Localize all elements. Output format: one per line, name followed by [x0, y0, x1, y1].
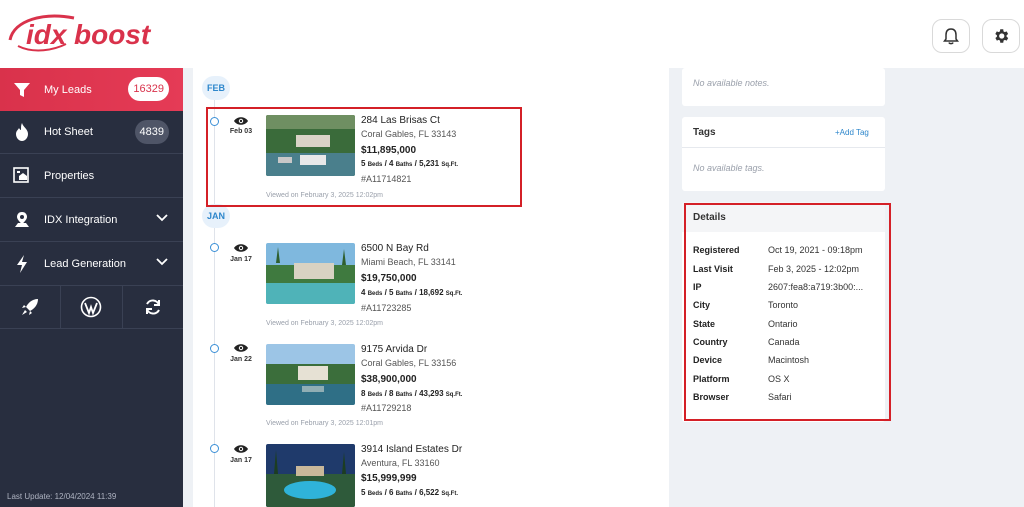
- view-date: Jan 17: [230, 457, 252, 464]
- funnel-icon: [11, 80, 33, 100]
- sidebar: My Leads 16329 Hot Sheet 4839 Properties…: [0, 68, 183, 507]
- sidebar-item-label: Lead Generation: [44, 258, 126, 270]
- property-photo[interactable]: [266, 243, 355, 304]
- idxboost-logo[interactable]: idx boost: [4, 10, 174, 58]
- eye-icon: [234, 244, 248, 252]
- notifications-button[interactable]: [932, 19, 970, 53]
- flame-icon: [11, 122, 33, 142]
- timeline-dot: [210, 344, 219, 353]
- viewed-timestamp: Viewed on February 3, 2025 12:02pm: [266, 320, 384, 327]
- property-mls: #A11729218: [361, 403, 412, 413]
- month-label-jan: JAN: [202, 204, 230, 228]
- sidebar-item-my-leads[interactable]: My Leads 16329: [0, 68, 183, 111]
- wordpress-button[interactable]: [61, 286, 123, 328]
- chevron-down-icon: [156, 257, 168, 269]
- property-mls: #A11723285: [361, 303, 412, 313]
- highlight-box: [684, 203, 891, 421]
- gear-icon: [995, 29, 1009, 43]
- svg-text:boost: boost: [74, 19, 152, 50]
- svg-text:idx: idx: [26, 19, 68, 50]
- property-specs: 4 Beds / 5 Baths / 18,692 Sq.Ft.: [361, 288, 463, 297]
- property-price: $19,750,000: [361, 273, 417, 284]
- property-city: Miami Beach, FL 33141: [361, 257, 456, 267]
- highlight-box: [206, 107, 522, 207]
- tags-empty-text: No available tags.: [693, 163, 765, 173]
- last-update-text: Last Update: 12/04/2024 11:39: [7, 492, 117, 501]
- timeline-dot: [210, 444, 219, 453]
- timeline-dot: [210, 243, 219, 252]
- refresh-icon: [145, 299, 160, 315]
- sidebar-item-idx-integration[interactable]: IDX Integration: [0, 199, 183, 242]
- wordpress-icon: [81, 296, 102, 318]
- sidebar-item-label: Properties: [44, 170, 95, 182]
- property-specs: 8 Beds / 8 Baths / 43,293 Sq.Ft.: [361, 389, 463, 398]
- launch-button[interactable]: [0, 286, 62, 328]
- property-photo[interactable]: [266, 444, 355, 507]
- property-address[interactable]: 3914 Island Estates Dr: [361, 444, 462, 455]
- month-label-feb: FEB: [202, 76, 230, 100]
- property-price: $15,999,999: [361, 473, 417, 484]
- sidebar-item-properties[interactable]: Properties: [0, 155, 183, 198]
- sidebar-item-hot-sheet[interactable]: Hot Sheet 4839: [0, 111, 183, 154]
- lightning-icon: [11, 254, 33, 274]
- property-city: Coral Gables, FL 33156: [361, 358, 457, 368]
- chevron-down-icon: [156, 213, 168, 225]
- rocket-icon: [22, 299, 39, 315]
- settings-button[interactable]: [982, 19, 1020, 53]
- eye-icon: [234, 445, 248, 453]
- property-address[interactable]: 6500 N Bay Rd: [361, 243, 429, 254]
- map-pin-icon: [11, 210, 33, 230]
- viewed-timestamp: Viewed on February 3, 2025 12:01pm: [266, 420, 384, 427]
- hot-sheet-count-badge: 4839: [134, 120, 169, 144]
- property-price: $38,900,000: [361, 374, 417, 385]
- tags-title: Tags: [693, 127, 716, 138]
- view-date: Jan 17: [230, 256, 252, 263]
- add-tag-link[interactable]: +Add Tag: [835, 128, 869, 137]
- sidebar-item-label: Hot Sheet: [44, 126, 93, 138]
- eye-icon: [234, 344, 248, 352]
- top-header: idx boost: [0, 0, 1024, 68]
- card-divider: [682, 147, 885, 148]
- property-address[interactable]: 9175 Arvida Dr: [361, 344, 427, 355]
- property-specs: 5 Beds / 6 Baths / 6,522 Sq.Ft.: [361, 488, 458, 497]
- view-date: Jan 22: [230, 356, 252, 363]
- property-city: Aventura, FL 33160: [361, 458, 440, 468]
- bell-icon: [943, 28, 959, 45]
- properties-icon: [11, 166, 33, 186]
- sidebar-item-label: My Leads: [44, 83, 92, 96]
- leads-count-badge: 16329: [128, 77, 169, 101]
- notes-empty-text: No available notes.: [693, 78, 770, 88]
- sidebar-item-lead-generation[interactable]: Lead Generation: [0, 243, 183, 286]
- sync-button[interactable]: [123, 286, 183, 328]
- sidebar-item-label: IDX Integration: [44, 214, 118, 226]
- quick-actions-row: [0, 286, 183, 329]
- property-photo[interactable]: [266, 344, 355, 405]
